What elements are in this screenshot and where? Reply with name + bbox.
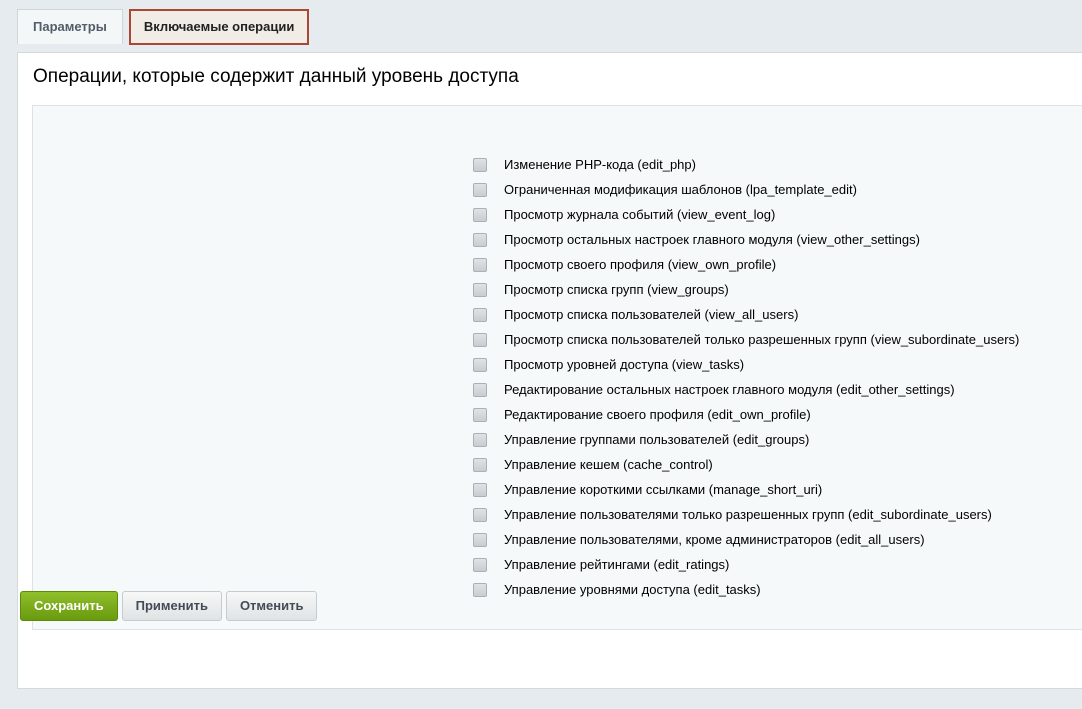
operation-item: Редактирование остальных настроек главно… xyxy=(473,377,1019,402)
operation-checkbox[interactable] xyxy=(473,582,487,597)
operation-checkbox[interactable] xyxy=(473,507,487,522)
operation-checkbox[interactable] xyxy=(473,182,487,197)
operations-list: Изменение PHP-кода (edit_php) Ограниченна… xyxy=(473,152,1019,602)
operation-label[interactable]: Ограниченная модификация шаблонов (lpa_t… xyxy=(504,182,857,197)
operation-item: Управление короткими ссылками (manage_sh… xyxy=(473,477,1019,502)
operation-item: Просмотр списка групп (view_groups) xyxy=(473,277,1019,302)
operation-label[interactable]: Редактирование своего профиля (edit_own_… xyxy=(504,407,811,422)
operation-item: Управление пользователями только разреше… xyxy=(473,502,1019,527)
operation-checkbox[interactable] xyxy=(473,307,487,322)
operation-item: Управление кешем (cache_control) xyxy=(473,452,1019,477)
operation-checkbox[interactable] xyxy=(473,232,487,247)
operation-label[interactable]: Управление пользователями, кроме админис… xyxy=(504,532,925,547)
operation-item: Управление пользователями, кроме админис… xyxy=(473,527,1019,552)
operation-checkbox[interactable] xyxy=(473,482,487,497)
operation-label[interactable]: Просмотр остальных настроек главного мод… xyxy=(504,232,920,247)
operation-checkbox[interactable] xyxy=(473,332,487,347)
tab-included-operations[interactable]: Включаемые операции xyxy=(128,9,310,45)
page-title: Операции, которые содержит данный уровен… xyxy=(33,66,519,87)
operation-item: Редактирование своего профиля (edit_own_… xyxy=(473,402,1019,427)
operation-label[interactable]: Просмотр журнала событий (view_event_log… xyxy=(504,207,775,222)
operation-checkbox[interactable] xyxy=(473,407,487,422)
operations-box: Изменение PHP-кода (edit_php) Ограниченна… xyxy=(32,105,1082,630)
operation-checkbox[interactable] xyxy=(473,532,487,547)
operation-checkbox[interactable] xyxy=(473,382,487,397)
operation-item: Изменение PHP-кода (edit_php) xyxy=(473,152,1019,177)
operation-label[interactable]: Управление рейтингами (edit_ratings) xyxy=(504,557,729,572)
apply-button[interactable]: Применить xyxy=(121,591,222,621)
operation-item: Просмотр журнала событий (view_event_log… xyxy=(473,202,1019,227)
page: Параметры Включаемые операции Операции, … xyxy=(0,0,1082,709)
form-buttons: Сохранить Применить Отменить xyxy=(20,591,321,621)
operation-checkbox[interactable] xyxy=(473,157,487,172)
operation-checkbox[interactable] xyxy=(473,557,487,572)
operation-checkbox[interactable] xyxy=(473,282,487,297)
operation-label[interactable]: Просмотр списка пользователей только раз… xyxy=(504,332,1019,347)
cancel-button[interactable]: Отменить xyxy=(225,591,318,621)
operation-label[interactable]: Просмотр списка групп (view_groups) xyxy=(504,282,729,297)
save-button[interactable]: Сохранить xyxy=(20,591,118,621)
operation-item: Просмотр списка пользователей (view_all_… xyxy=(473,302,1019,327)
operation-checkbox[interactable] xyxy=(473,207,487,222)
operation-label[interactable]: Редактирование остальных настроек главно… xyxy=(504,382,955,397)
operation-checkbox[interactable] xyxy=(473,457,487,472)
operation-item: Просмотр своего профиля (view_own_profil… xyxy=(473,252,1019,277)
operation-label[interactable]: Просмотр своего профиля (view_own_profil… xyxy=(504,257,776,272)
operation-item: Управление группами пользователей (edit_… xyxy=(473,427,1019,452)
operation-item: Управление уровнями доступа (edit_tasks) xyxy=(473,577,1019,602)
operation-item: Управление рейтингами (edit_ratings) xyxy=(473,552,1019,577)
operation-label[interactable]: Управление пользователями только разреше… xyxy=(504,507,992,522)
operation-checkbox[interactable] xyxy=(473,432,487,447)
operation-label[interactable]: Управление уровнями доступа (edit_tasks) xyxy=(504,582,761,597)
operation-item: Просмотр остальных настроек главного мод… xyxy=(473,227,1019,252)
operation-label[interactable]: Изменение PHP-кода (edit_php) xyxy=(504,157,696,172)
operation-label[interactable]: Управление кешем (cache_control) xyxy=(504,457,713,472)
operation-item: Просмотр уровней доступа (view_tasks) xyxy=(473,352,1019,377)
tab-bar: Параметры Включаемые операции xyxy=(17,9,315,52)
tab-parameters[interactable]: Параметры xyxy=(17,9,123,44)
operation-label[interactable]: Управление группами пользователей (edit_… xyxy=(504,432,809,447)
operation-checkbox[interactable] xyxy=(473,357,487,372)
operation-label[interactable]: Просмотр уровней доступа (view_tasks) xyxy=(504,357,744,372)
operation-item: Ограниченная модификация шаблонов (lpa_t… xyxy=(473,177,1019,202)
operation-label[interactable]: Просмотр списка пользователей (view_all_… xyxy=(504,307,798,322)
operation-item: Просмотр списка пользователей только раз… xyxy=(473,327,1019,352)
operation-label[interactable]: Управление короткими ссылками (manage_sh… xyxy=(504,482,822,497)
operation-checkbox[interactable] xyxy=(473,257,487,272)
